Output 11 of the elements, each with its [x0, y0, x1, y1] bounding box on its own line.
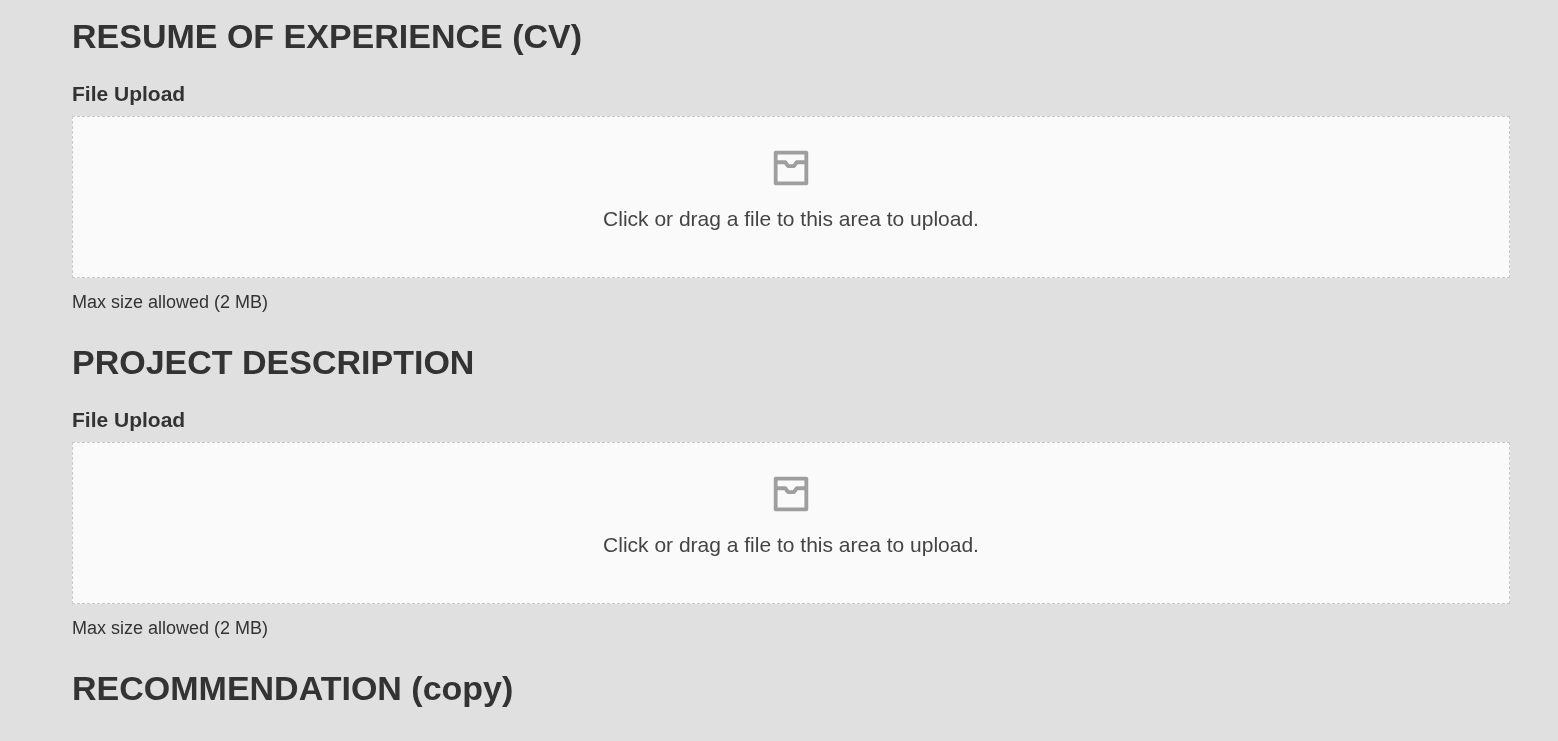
upload-dropzone[interactable]: Click or drag a file to this area to upload. [72, 116, 1510, 278]
size-hint: Max size allowed (2 MB) [72, 291, 269, 314]
section-heading: PROJECT DESCRIPTION [72, 342, 475, 383]
section-heading: RESUME OF EXPERIENCE (CV) [72, 16, 583, 57]
upload-prompt: Click or drag a file to this area to upload. [603, 532, 979, 559]
upload-prompt: Click or drag a file to this area to upload. [603, 206, 979, 233]
size-hint: Max size allowed (2 MB) [72, 617, 269, 640]
field-label: File Upload [72, 407, 186, 433]
field-label: File Upload [72, 81, 186, 107]
upload-dropzone[interactable]: Click or drag a file to this area to upload. [72, 442, 1510, 604]
section-heading: RECOMMENDATION (copy) [72, 668, 514, 709]
